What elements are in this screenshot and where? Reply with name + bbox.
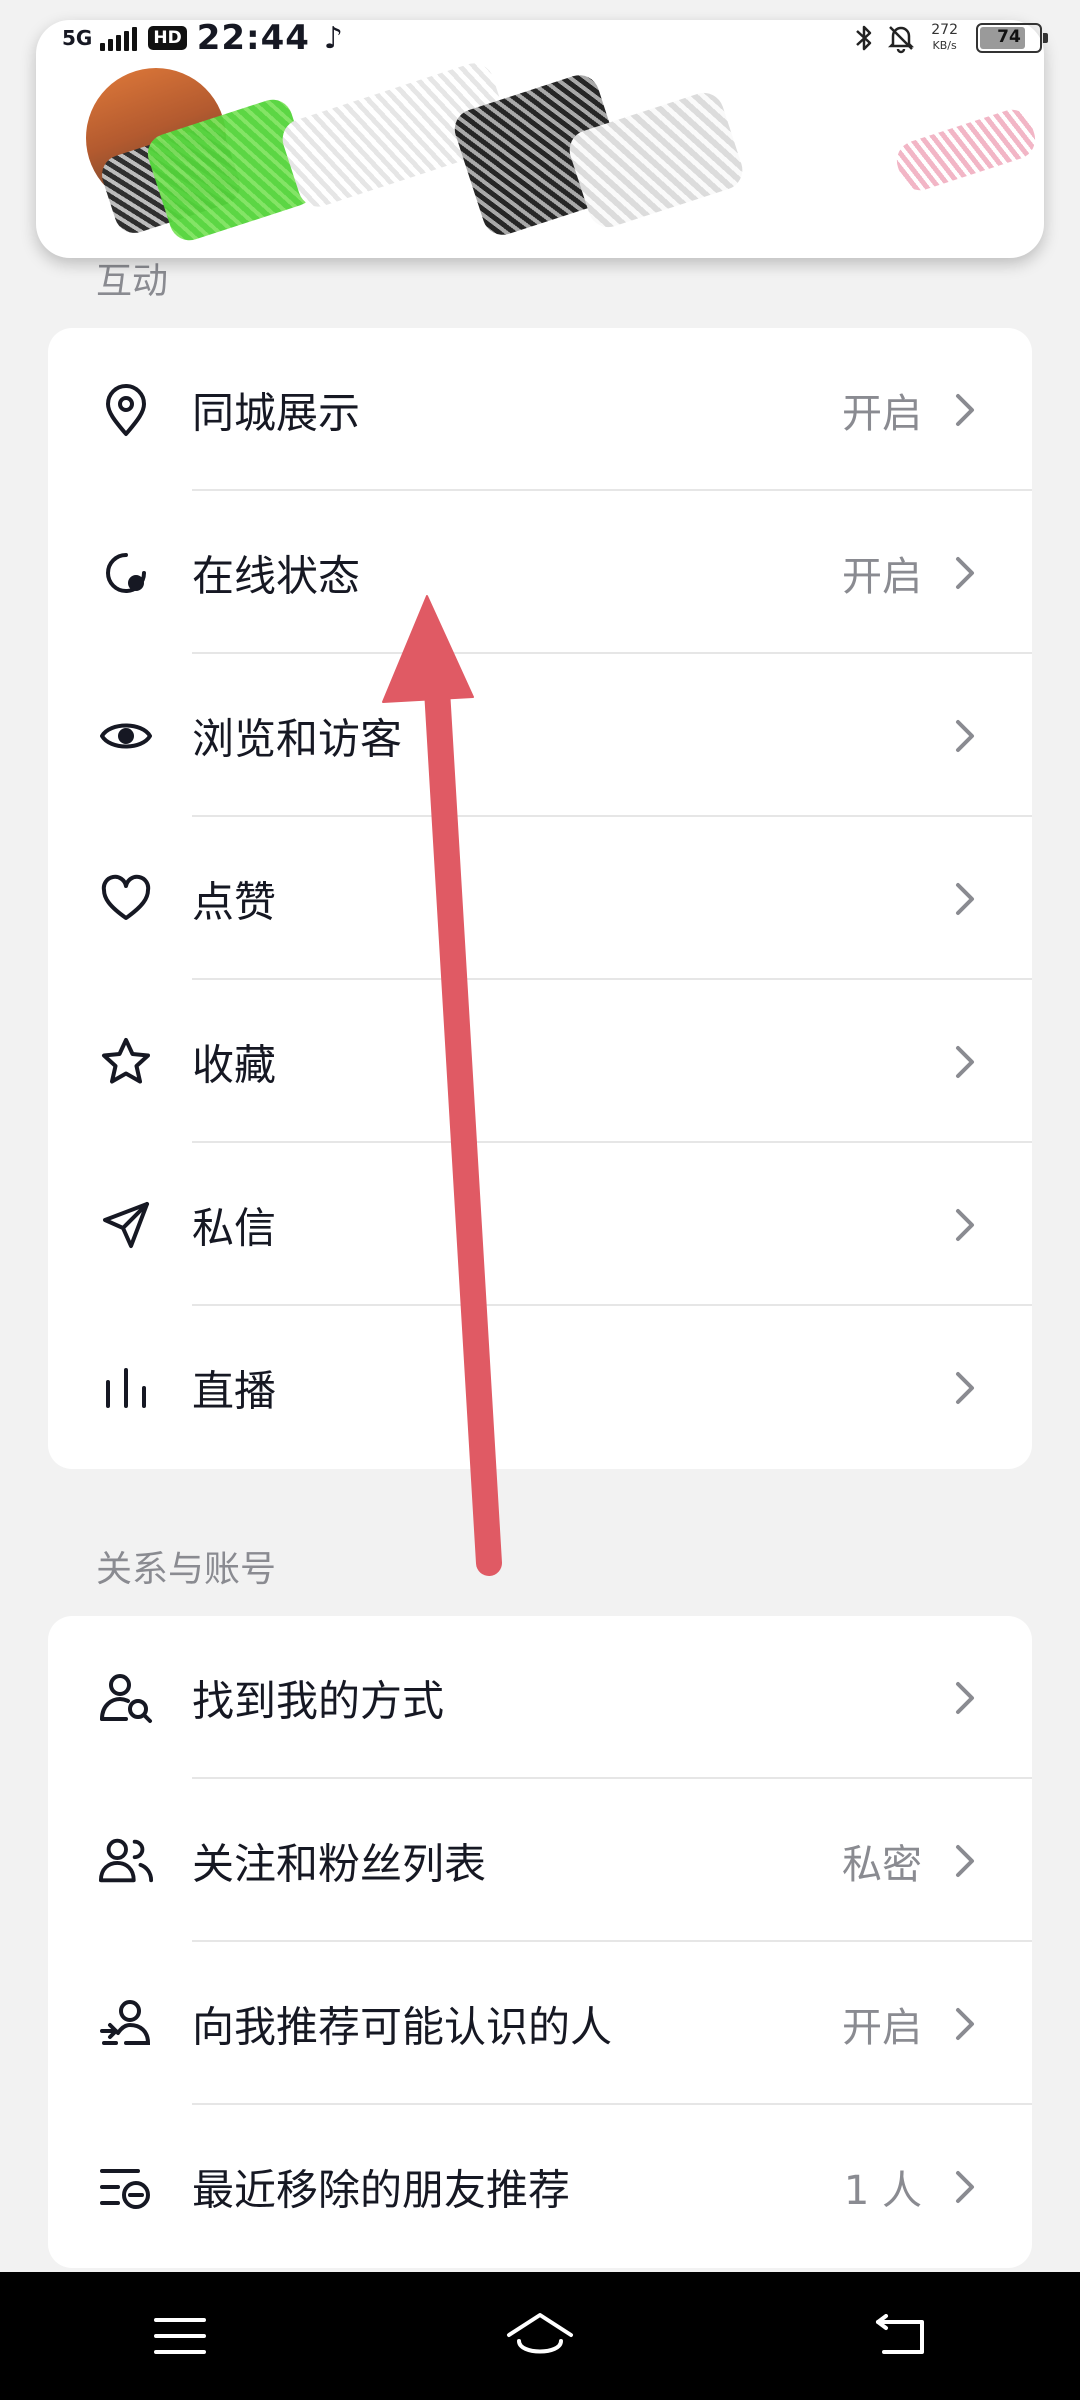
chevron-right-icon xyxy=(956,556,974,589)
setting-label: 最近移除的朋友推荐 xyxy=(192,2165,571,2214)
setting-row-live[interactable]: 直播 xyxy=(48,1306,1032,1469)
setting-row-follow-fans-list[interactable]: 关注和粉丝列表 私密 xyxy=(48,1779,1032,1942)
people-icon xyxy=(98,1833,154,1889)
setting-label: 在线状态 xyxy=(192,551,361,600)
heart-icon xyxy=(98,871,154,927)
clock: 22:44 xyxy=(196,18,310,58)
network-type: 5G xyxy=(62,26,93,50)
setting-label: 收藏 xyxy=(192,1040,277,1089)
setting-row-online-status[interactable]: 在线状态 开启 xyxy=(48,491,1032,654)
setting-row-favorites[interactable]: 收藏 xyxy=(48,980,1032,1143)
eye-icon xyxy=(98,708,154,764)
chevron-right-icon xyxy=(956,1208,974,1241)
section-title-interaction: 互动 xyxy=(96,261,169,302)
setting-label: 关注和粉丝列表 xyxy=(192,1839,487,1888)
status-right: 272 KB/s 74 xyxy=(853,22,1048,54)
setting-row-removed-recommendations[interactable]: 最近移除的朋友推荐 1 人 xyxy=(48,2105,1032,2268)
chevron-right-icon xyxy=(956,393,974,426)
recommend-person-icon xyxy=(98,1996,154,2052)
section-title-relations-account: 关系与账号 xyxy=(96,1549,277,1590)
location-pin-icon xyxy=(98,382,154,438)
setting-row-views-visitors[interactable]: 浏览和访客 xyxy=(48,654,1032,817)
chevron-right-icon xyxy=(956,1045,974,1078)
setting-row-find-me[interactable]: 找到我的方式 xyxy=(48,1616,1032,1779)
setting-value: 开启 xyxy=(842,2004,922,2051)
bluetooth-icon xyxy=(856,25,872,51)
navigation-bar xyxy=(0,2272,1080,2400)
paper-plane-icon xyxy=(98,1197,154,1253)
back-button[interactable] xyxy=(855,2301,945,2371)
battery-icon: 74 xyxy=(976,23,1048,53)
menu-icon xyxy=(154,2318,206,2354)
tiktok-icon: ♪ xyxy=(323,20,344,56)
chevron-right-icon xyxy=(956,2170,974,2203)
setting-value: 开启 xyxy=(842,390,922,437)
chevron-right-icon xyxy=(956,2007,974,2040)
hd-badge: HD xyxy=(148,26,187,50)
battery-level: 74 xyxy=(997,27,1021,47)
setting-row-recommend-people[interactable]: 向我推荐可能认识的人 开启 xyxy=(48,1942,1032,2105)
back-icon xyxy=(876,2314,924,2354)
setting-value: 开启 xyxy=(842,553,922,600)
online-status-icon xyxy=(98,545,154,601)
chevron-right-icon xyxy=(956,1844,974,1877)
setting-label: 浏览和访客 xyxy=(192,714,403,763)
find-person-icon xyxy=(98,1670,154,1726)
net-speed-unit: KB/s xyxy=(932,39,957,52)
setting-row-nearby[interactable]: 同城展示 开启 xyxy=(48,328,1032,491)
setting-label: 找到我的方式 xyxy=(192,1676,445,1725)
chevron-right-icon xyxy=(956,1371,974,1404)
chevron-right-icon xyxy=(956,1681,974,1714)
setting-value: 私密 xyxy=(842,1841,922,1888)
setting-row-messages[interactable]: 私信 xyxy=(48,1143,1032,1306)
net-speed-value: 272 xyxy=(931,22,958,38)
menu-button[interactable] xyxy=(135,2301,225,2371)
setting-row-likes[interactable]: 点赞 xyxy=(48,817,1032,980)
signal-icon xyxy=(100,25,140,51)
setting-value: 1 人 xyxy=(843,2167,922,2214)
bell-off-icon xyxy=(888,26,915,54)
removed-list-icon xyxy=(98,2159,154,2215)
relations-settings-card: 找到我的方式 关注和粉丝列表 私密 向我推荐可能认识的人 开启 最近移除的朋友推… xyxy=(48,1616,1032,2268)
star-icon xyxy=(98,1034,154,1090)
status-left: 5G HD 22:44 ♪ xyxy=(62,18,343,58)
setting-label: 私信 xyxy=(192,1203,277,1252)
net-speed: 272 KB/s xyxy=(931,23,958,53)
interaction-settings-card: 同城展示 开启 在线状态 开启 浏览和访客 点赞 收藏 私信 直播 xyxy=(48,328,1032,1469)
setting-label: 向我推荐可能认识的人 xyxy=(192,2002,613,2051)
live-bars-icon xyxy=(98,1360,154,1416)
setting-label: 点赞 xyxy=(192,877,277,926)
chevron-right-icon xyxy=(956,719,974,752)
setting-label: 直播 xyxy=(192,1366,277,1415)
setting-label: 同城展示 xyxy=(192,388,361,437)
status-bar: 5G HD 22:44 ♪ 272 KB/s 74 xyxy=(0,0,1080,80)
redaction-scribble xyxy=(891,104,1041,196)
home-icon xyxy=(507,2313,573,2354)
home-button[interactable] xyxy=(495,2301,585,2371)
chevron-right-icon xyxy=(956,882,974,915)
